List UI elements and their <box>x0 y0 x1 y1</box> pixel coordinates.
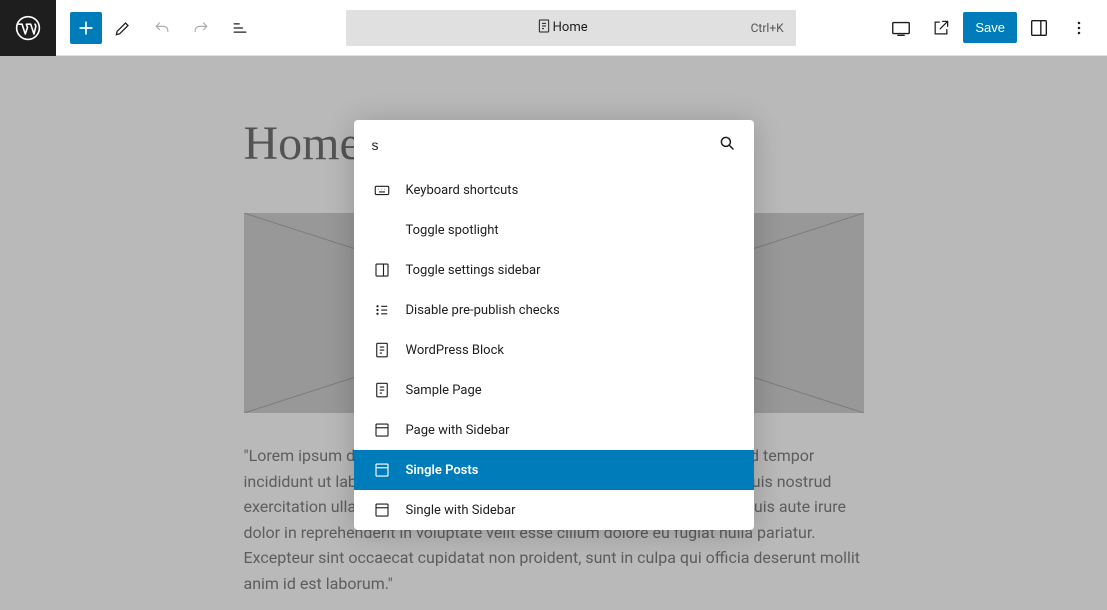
save-button[interactable]: Save <box>963 12 1017 43</box>
command-item-single-with-sidebar[interactable]: Single with Sidebar <box>354 490 754 530</box>
command-item-label: Disable pre-publish checks <box>406 303 560 318</box>
shortcut-hint: Ctrl+K <box>751 21 784 35</box>
command-item-label: Page with Sidebar <box>406 423 510 438</box>
document-title-bar[interactable]: Home Ctrl+K <box>346 10 796 46</box>
page-icon <box>372 341 392 359</box>
command-list[interactable]: Keyboard shortcuts Toggle spotlight Togg… <box>354 170 754 530</box>
add-block-button[interactable] <box>70 12 102 44</box>
command-search-input[interactable] <box>372 137 718 153</box>
editor-topbar: Home Ctrl+K Save <box>0 0 1107 56</box>
layout-icon <box>372 501 392 519</box>
toolbar-left <box>56 10 258 46</box>
command-item-sample-page[interactable]: Sample Page <box>354 370 754 410</box>
search-icon <box>718 134 736 156</box>
command-item-label: Sample Page <box>406 383 482 398</box>
options-menu-button[interactable] <box>1061 10 1097 46</box>
command-item-single-posts[interactable]: Single Posts <box>354 450 754 490</box>
command-item-keyboard-shortcuts[interactable]: Keyboard shortcuts <box>354 170 754 210</box>
toolbar-center: Home Ctrl+K <box>258 10 883 46</box>
page-icon <box>536 18 552 38</box>
keyboard-icon <box>372 181 392 199</box>
tools-button[interactable] <box>105 10 141 46</box>
command-item-label: Keyboard shortcuts <box>406 183 519 198</box>
command-item-label: Single Posts <box>406 463 479 478</box>
checklist-icon <box>372 301 392 319</box>
toolbar-right: Save <box>883 10 1107 46</box>
command-item-label: WordPress Block <box>406 343 504 358</box>
layout-icon <box>372 421 392 439</box>
external-link-button[interactable] <box>923 10 959 46</box>
command-item-page-with-sidebar[interactable]: Page with Sidebar <box>354 410 754 450</box>
layout-icon <box>372 461 392 479</box>
wordpress-logo[interactable] <box>0 0 56 56</box>
command-search-row <box>354 120 754 170</box>
page-icon <box>372 381 392 399</box>
command-item-label: Toggle settings sidebar <box>406 263 541 278</box>
command-item-label: Toggle spotlight <box>406 223 499 238</box>
view-button[interactable] <box>883 10 919 46</box>
command-item-wordpress-block[interactable]: WordPress Block <box>354 330 754 370</box>
document-overview-button[interactable] <box>222 10 258 46</box>
command-item-toggle-settings[interactable]: Toggle settings sidebar <box>354 250 754 290</box>
settings-sidebar-toggle[interactable] <box>1021 10 1057 46</box>
command-item-label: Single with Sidebar <box>406 503 516 518</box>
sidebar-icon <box>372 261 392 279</box>
undo-button[interactable] <box>144 10 180 46</box>
command-item-toggle-spotlight[interactable]: Toggle spotlight <box>354 210 754 250</box>
redo-button[interactable] <box>183 10 219 46</box>
command-palette: Keyboard shortcuts Toggle spotlight Togg… <box>354 120 754 530</box>
command-item-disable-prepublish[interactable]: Disable pre-publish checks <box>354 290 754 330</box>
